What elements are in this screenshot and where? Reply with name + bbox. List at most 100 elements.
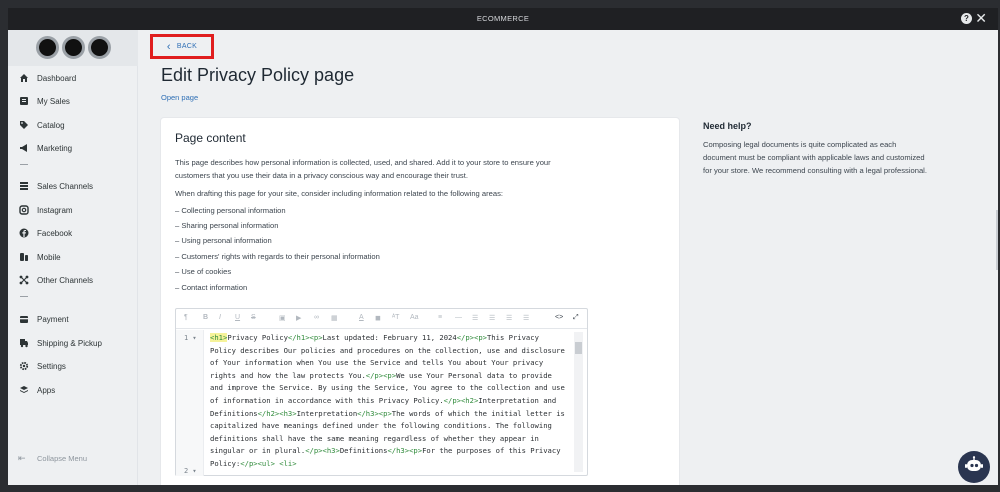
editor-toolbar: ¶ B I U S ▣ ▶ ∞ ▦ A ◼ ᴬT Aa ≡ — ☰ ☰ ☰ ☰ … [176, 309, 587, 329]
sidebar-item-payment[interactable]: Payment [18, 311, 69, 327]
sidebar-item-other-channels[interactable]: Other Channels [18, 272, 93, 288]
sidebar-item-instagram[interactable]: Instagram [18, 202, 73, 218]
code-tag: </p><h2> [443, 395, 479, 405]
truck-icon [18, 338, 29, 349]
sidebar-item-label: Apps [37, 385, 56, 395]
sidebar-item-label: Catalog [37, 120, 65, 130]
editor-scrollbar[interactable] [574, 332, 583, 472]
payment-icon [18, 314, 29, 325]
sidebar-item-label: My Sales [37, 96, 70, 106]
code-text: Definitions [339, 446, 388, 456]
italic-icon[interactable]: I [219, 314, 221, 321]
sidebar-item-label: Shipping & Pickup [37, 338, 102, 348]
video-icon[interactable]: ▶ [296, 314, 301, 322]
back-label: BACK [176, 43, 198, 50]
card-intro-text: This page describes how personal informa… [175, 158, 551, 180]
store-logo[interactable] [8, 30, 138, 66]
collapse-arrow-icon: ⇤ [18, 453, 26, 463]
code-tag: </p><p> [456, 333, 487, 342]
font-size-icon[interactable]: ᴬT [392, 314, 399, 321]
collapse-menu-button[interactable]: ⇤ Collapse Menu [18, 453, 87, 464]
table-icon[interactable]: ▦ [331, 314, 338, 322]
outdent-icon[interactable]: ☰ [506, 314, 512, 322]
help-title: Need help? [703, 121, 752, 131]
list-item: – Contact information [175, 283, 248, 292]
sidebar-item-label: Sales Channels [37, 181, 94, 191]
sidebar-item-mobile[interactable]: Mobile [18, 249, 61, 265]
horizontal-rule-icon[interactable]: — [455, 314, 462, 321]
chatbot-icon [964, 455, 984, 479]
unordered-list-icon[interactable]: ☰ [489, 314, 495, 322]
sidebar-item-apps[interactable]: Apps [18, 382, 55, 398]
scrollbar-thumb[interactable] [575, 342, 582, 354]
back-button[interactable]: ‹ BACK [150, 34, 214, 59]
mobile-icon [18, 252, 29, 263]
sidebar-item-shipping-pickup[interactable]: Shipping & Pickup [18, 335, 102, 351]
line-number: 1 ▾ [184, 334, 197, 342]
fullscreen-icon[interactable]: ⤢ [573, 314, 579, 322]
help-icon[interactable]: ? [961, 13, 972, 24]
link-icon[interactable]: ∞ [314, 314, 319, 321]
card-title: Page content [175, 131, 246, 145]
code-tag: </h1><p> [287, 333, 323, 342]
list-item: – Using personal information [175, 236, 272, 245]
code-content[interactable]: <h1>Privacy Policy</h1><p>Last updated: … [210, 332, 566, 471]
sidebar-item-label: Facebook [37, 228, 73, 238]
logo-circle-icon [36, 36, 59, 59]
code-view-icon[interactable]: <> [555, 314, 563, 321]
home-icon [18, 73, 29, 84]
window-titlebar: ECOMMERCE ? ✕ [8, 8, 998, 30]
sidebar-item-settings[interactable]: Settings [18, 358, 66, 374]
code-tag: </h2><h3> [257, 408, 297, 418]
close-icon[interactable]: ✕ [975, 10, 987, 26]
network-icon [18, 275, 29, 286]
page-content-card: Page content This page describes how per… [161, 118, 679, 485]
open-page-link[interactable]: Open page [161, 93, 198, 102]
layers-icon [18, 385, 29, 396]
align-icon[interactable]: ≡ [438, 314, 442, 321]
megaphone-icon [18, 143, 29, 154]
code-text: Privacy Policy [227, 333, 288, 342]
sidebar-item-label: Other Channels [37, 275, 94, 285]
font-color-icon[interactable]: A [359, 314, 364, 321]
sidebar-item-catalog[interactable]: Catalog [18, 117, 65, 133]
sidebar-item-label: Settings [37, 361, 66, 371]
text-case-icon[interactable]: Aa [410, 314, 419, 321]
sidebar-item-label: Mobile [37, 252, 61, 262]
chat-support-button[interactable] [958, 451, 990, 483]
ordered-list-icon[interactable]: ☰ [472, 314, 478, 322]
line-number: 2 ▾ [184, 467, 197, 475]
instagram-icon [18, 205, 29, 216]
image-icon[interactable]: ▣ [279, 314, 286, 322]
code-tag: <h1> [210, 333, 228, 342]
bold-icon[interactable]: B [203, 314, 208, 321]
card-drafting-note: When drafting this page for your site, c… [175, 189, 503, 198]
sidebar-item-label: Dashboard [37, 73, 77, 83]
facebook-icon [18, 228, 29, 239]
list-item: – Customers' rights with regards to thei… [175, 252, 380, 261]
logo-circle-icon [88, 36, 111, 59]
indent-icon[interactable]: ☰ [523, 314, 529, 322]
sidebar-item-dashboard[interactable]: Dashboard [18, 70, 76, 86]
sidebar: Dashboard My Sales Catalog Marketing Sal… [8, 30, 138, 485]
code-editor[interactable]: ¶ B I U S ▣ ▶ ∞ ▦ A ◼ ᴬT Aa ≡ — ☰ ☰ ☰ ☰ … [175, 308, 588, 476]
sidebar-item-my-sales[interactable]: My Sales [18, 93, 70, 109]
logo-circle-icon [62, 36, 85, 59]
strikethrough-icon[interactable]: S [251, 314, 256, 321]
list-item: – Use of cookies [175, 267, 232, 276]
sidebar-item-facebook[interactable]: Facebook [18, 225, 72, 241]
sidebar-item-sales-channels[interactable]: Sales Channels [18, 178, 93, 194]
background-color-icon[interactable]: ◼ [375, 314, 381, 322]
window-title: ECOMMERCE [476, 14, 530, 23]
code-tag: </p><ul> [240, 458, 275, 468]
code-text: Last updated: February 11, 2024 [322, 333, 457, 342]
sidebar-divider [20, 296, 28, 297]
paragraph-icon[interactable]: ¶ [184, 314, 188, 321]
page-scrollbar[interactable] [996, 210, 998, 270]
sidebar-item-marketing[interactable]: Marketing [18, 140, 72, 156]
app-window: Dashboard My Sales Catalog Marketing Sal… [8, 30, 998, 485]
chevron-left-icon: ‹ [166, 40, 171, 53]
underline-icon[interactable]: U [235, 314, 240, 321]
sidebar-item-label: Instagram [37, 205, 73, 215]
code-tag: <li> [279, 458, 297, 468]
